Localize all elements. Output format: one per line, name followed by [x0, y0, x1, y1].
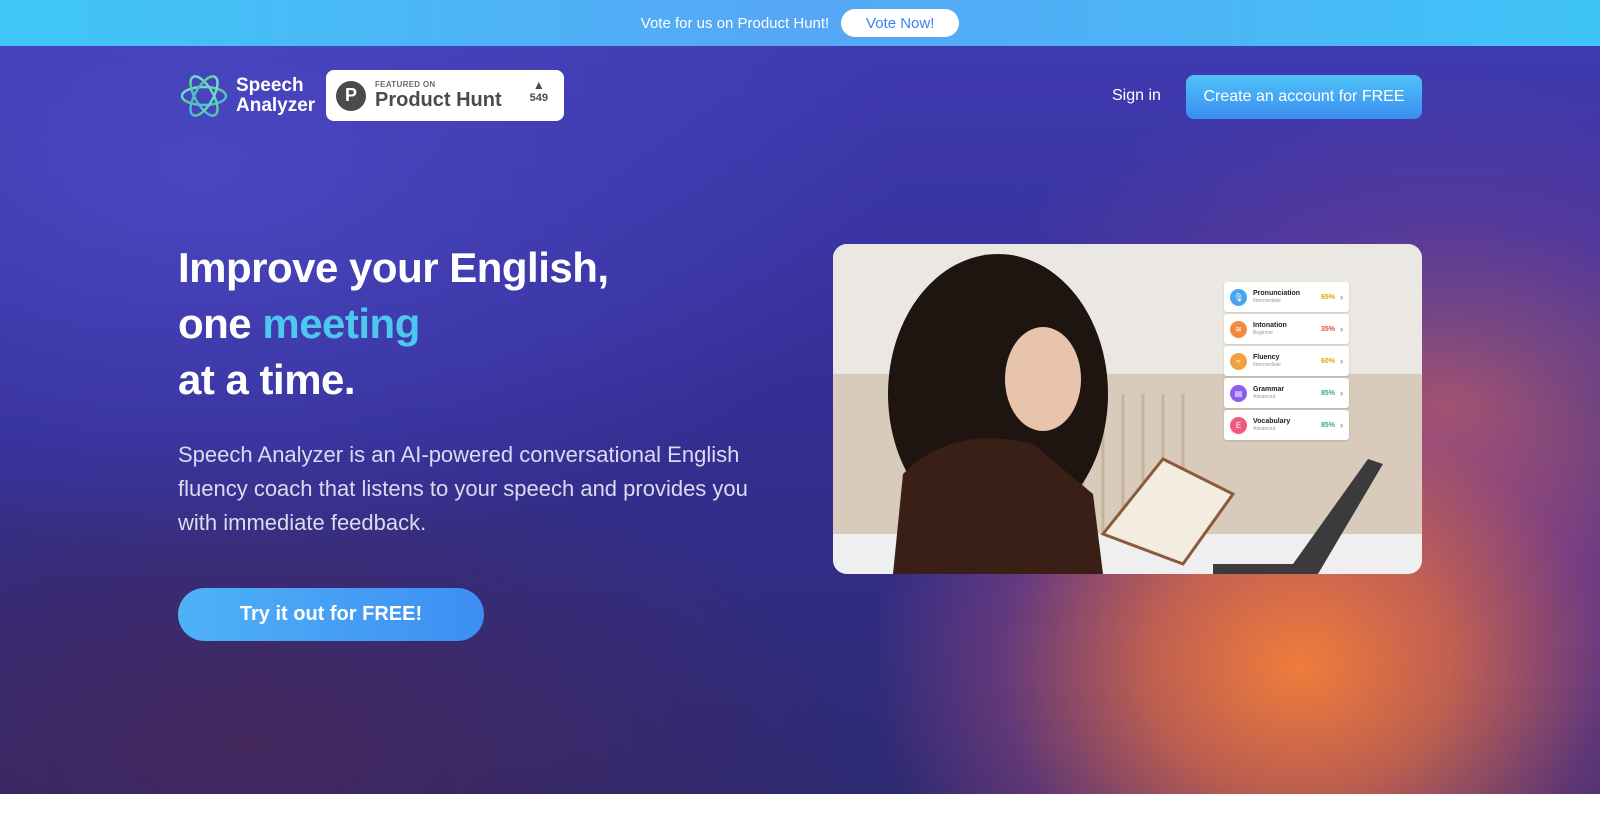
vote-now-button[interactable]: Vote Now!: [841, 9, 960, 37]
upvote-triangle-icon: ▲: [532, 78, 545, 92]
metric-percent: 65%: [1320, 293, 1335, 301]
metric-label: Fluency: [1253, 354, 1280, 361]
book-icon: ▤: [1230, 384, 1247, 402]
logo-word-speech: Speech: [236, 75, 304, 96]
metric-level: Intermediate: [1253, 362, 1281, 368]
metric-text: Grammar Advanced: [1253, 385, 1321, 401]
ph-vote-count: ▲ 549: [530, 78, 548, 104]
chevron-right-icon: ›: [1340, 356, 1343, 366]
metric-card-fluency[interactable]: ≈ Fluency Intermediate 60% ›: [1224, 346, 1349, 376]
headline-line-3: at a time.: [178, 356, 356, 403]
metric-card-vocabulary[interactable]: E Vocabulary Advanced 85% ›: [1224, 410, 1349, 440]
hero-description: Speech Analyzer is an AI-powered convers…: [178, 442, 748, 535]
product-hunt-badge[interactable]: P FEATURED ON Product Hunt ▲ 549: [326, 70, 564, 121]
metric-text: Fluency Intermediate: [1253, 353, 1321, 369]
hero-image: 🎙 Pronunciation Intermediate 65% › ≋ Int…: [833, 244, 1422, 574]
logo[interactable]: Speech Analyzer: [178, 70, 315, 122]
metric-percent: 85%: [1320, 421, 1335, 429]
metric-level: Advanced: [1253, 426, 1276, 432]
metric-label: Vocabulary: [1253, 418, 1291, 425]
headline-line-2: one meeting: [178, 296, 609, 352]
metric-label: Pronunciation: [1253, 290, 1301, 297]
metric-label: Intonation: [1253, 322, 1287, 329]
metric-percent: 60%: [1320, 357, 1335, 365]
speech-analyzer-logo-icon: [180, 75, 228, 117]
logo-word-analyzer: Analyzer: [236, 95, 316, 116]
wave-icon: ≋: [1230, 320, 1247, 338]
metric-text: Pronunciation Intermediate: [1253, 289, 1321, 305]
product-hunt-icon: P: [336, 80, 366, 111]
metric-card-intonation[interactable]: ≋ Intonation Beginner 35% ›: [1224, 314, 1349, 344]
announcement-bar: Vote for us on Product Hunt! Vote Now!: [0, 0, 1600, 46]
product-hunt-text: FEATURED ON Product Hunt: [375, 80, 502, 111]
create-account-button[interactable]: Create an account for FREE: [1186, 75, 1422, 119]
headline-one: one: [178, 300, 263, 347]
hero-section: Speech Analyzer P FEATURED ON Product Hu…: [0, 46, 1600, 794]
chevron-right-icon: ›: [1340, 324, 1343, 334]
mic-icon: 🎙: [1230, 288, 1247, 306]
sign-in-link[interactable]: Sign in: [1112, 87, 1161, 105]
headline-accent-word: meeting: [262, 300, 420, 347]
metric-card-grammar[interactable]: ▤ Grammar Advanced 85% ›: [1224, 378, 1349, 408]
chevron-right-icon: ›: [1340, 388, 1343, 398]
metrics-panel: 🎙 Pronunciation Intermediate 65% › ≋ Int…: [1224, 282, 1349, 442]
metric-level: Beginner: [1253, 330, 1274, 336]
logo-wordmark: Speech Analyzer: [236, 76, 315, 116]
metric-label: Grammar: [1253, 386, 1285, 393]
chevron-right-icon: ›: [1340, 420, 1343, 430]
headline-line-1: Improve your English,: [178, 244, 609, 291]
metric-text: Vocabulary Advanced: [1253, 417, 1321, 433]
chevron-right-icon: ›: [1340, 292, 1343, 302]
page-bottom-area: [0, 794, 1600, 834]
hero-headline: Improve your English, one meeting at a t…: [178, 240, 609, 408]
flow-icon: ≈: [1230, 352, 1247, 370]
metric-text: Intonation Beginner: [1253, 321, 1321, 337]
metric-percent: 35%: [1320, 325, 1335, 333]
try-free-button[interactable]: Try it out for FREE!: [178, 588, 484, 641]
metric-level: Advanced: [1253, 394, 1276, 400]
metric-percent: 85%: [1320, 389, 1335, 397]
announcement-text: Vote for us on Product Hunt!: [640, 14, 830, 32]
ph-featured-label: FEATURED ON: [375, 80, 436, 89]
metric-level: Intermediate: [1253, 298, 1281, 304]
letter-icon: E: [1230, 416, 1247, 434]
ph-votes-number: 549: [529, 92, 548, 104]
metric-card-pronunciation[interactable]: 🎙 Pronunciation Intermediate 65% ›: [1224, 282, 1349, 312]
ph-name: Product Hunt: [375, 89, 502, 111]
